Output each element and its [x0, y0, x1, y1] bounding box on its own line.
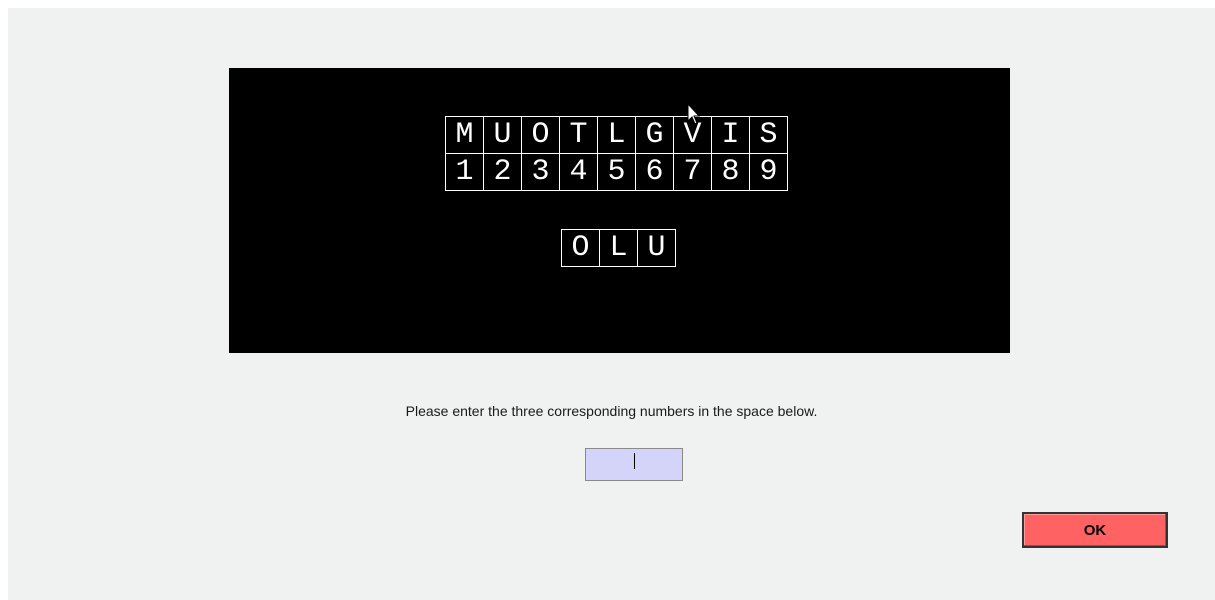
- probe-letters: O L U: [561, 229, 676, 267]
- key-letter: M: [445, 116, 484, 154]
- key-number: 8: [711, 153, 750, 191]
- key-letter-row: M U O T L G V I S: [445, 116, 788, 154]
- key-letter: T: [559, 116, 598, 154]
- ok-button[interactable]: OK: [1022, 512, 1168, 548]
- probe-row: O L U: [561, 229, 676, 267]
- probe-letter: O: [561, 229, 600, 267]
- key-number-row: 1 2 3 4 5 6 7 8 9: [445, 153, 788, 191]
- key-number: 1: [445, 153, 484, 191]
- key-number: 2: [483, 153, 522, 191]
- instruction-text: Please enter the three corresponding num…: [405, 403, 818, 419]
- key-letter: G: [635, 116, 674, 154]
- key-letter: O: [521, 116, 560, 154]
- key-number: 5: [597, 153, 636, 191]
- stimulus-panel: M U O T L G V I S 1 2 3 4 5 6 7 8 9 O L …: [229, 68, 1010, 353]
- letter-number-key: M U O T L G V I S 1 2 3 4 5 6 7 8 9: [445, 116, 788, 191]
- key-number: 9: [749, 153, 788, 191]
- key-number: 4: [559, 153, 598, 191]
- key-number: 6: [635, 153, 674, 191]
- key-number: 7: [673, 153, 712, 191]
- task-window: M U O T L G V I S 1 2 3 4 5 6 7 8 9 O L …: [8, 8, 1215, 600]
- probe-letter: U: [637, 229, 676, 267]
- key-letter: U: [483, 116, 522, 154]
- key-number: 3: [521, 153, 560, 191]
- key-letter: L: [597, 116, 636, 154]
- probe-letter: L: [599, 229, 638, 267]
- text-caret: [634, 453, 635, 469]
- key-letter: S: [749, 116, 788, 154]
- mouse-pointer-icon: [687, 103, 701, 125]
- key-letter: I: [711, 116, 750, 154]
